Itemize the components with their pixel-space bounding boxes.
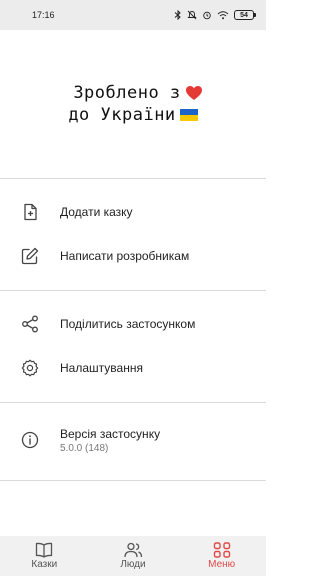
write-developers-item[interactable]: Написати розробникам (0, 234, 266, 278)
info-icon (20, 430, 40, 450)
status-icons: 54 (174, 10, 256, 20)
nav-tab-stories[interactable]: Казки (9, 542, 79, 570)
people-icon (124, 542, 143, 558)
made-in-ukraine-banner: Зроблено з до України (0, 30, 266, 178)
divider (0, 178, 266, 179)
battery-icon: 54 (234, 10, 256, 20)
nav-tab-stories-label: Казки (31, 559, 58, 570)
settings-label: Налаштування (60, 361, 143, 375)
app-version-item: Версія застосунку 5.0.0 (148) (0, 418, 266, 462)
banner-line-1-text: Зроблено з (73, 83, 181, 103)
edit-icon (20, 246, 40, 266)
heart-icon (185, 86, 202, 100)
status-bar: 17:16 54 (0, 0, 266, 30)
ukraine-flag-icon (179, 109, 198, 121)
divider (0, 290, 266, 291)
divider (0, 402, 266, 403)
alarm-icon (203, 11, 211, 20)
bottom-navigation: Казки Люди Меню (0, 536, 266, 576)
settings-item[interactable]: Налаштування (0, 346, 266, 390)
bluetooth-icon (174, 10, 181, 20)
share-app-item[interactable]: Поділитись застосунком (0, 302, 266, 346)
share-icon (20, 314, 40, 334)
gear-icon (20, 358, 40, 378)
book-icon (36, 542, 53, 558)
add-story-label: Додати казку (60, 205, 133, 219)
nav-tab-people-label: Люди (120, 559, 146, 570)
status-time: 17:16 (32, 10, 55, 20)
app-version-value: 5.0.0 (148) (60, 442, 109, 454)
add-file-icon (20, 202, 40, 222)
banner-line-1: Зроблено з (73, 82, 202, 104)
wifi-icon (217, 11, 229, 20)
share-app-label: Поділитись застосунком (60, 317, 196, 331)
banner-line-2-text: до України (68, 105, 176, 125)
nav-tab-people[interactable]: Люди (98, 542, 168, 570)
write-developers-label: Написати розробникам (60, 249, 190, 263)
nav-tab-menu-label: Меню (208, 559, 236, 570)
app-version-label: Версія застосунку (60, 426, 161, 441)
grid-icon (213, 542, 230, 558)
add-story-item[interactable]: Додати казку (0, 190, 266, 234)
banner-line-2: до України (68, 104, 198, 126)
nav-tab-menu[interactable]: Меню (187, 542, 257, 570)
mute-bell-icon (187, 10, 197, 20)
divider (0, 480, 266, 481)
